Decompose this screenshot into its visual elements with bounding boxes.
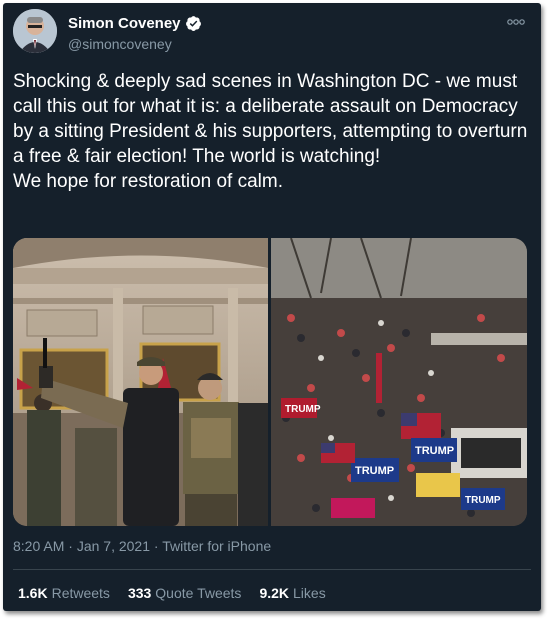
more-options-icon[interactable] xyxy=(505,15,527,29)
trump-sign-1: TRUMP xyxy=(285,404,321,415)
verified-badge-icon xyxy=(185,16,201,31)
tweet-source[interactable]: Twitter for iPhone xyxy=(162,538,271,554)
tweet-date[interactable]: Jan 7, 2021 xyxy=(77,538,150,554)
meta-separator: · xyxy=(153,538,159,554)
tweet-header: Simon Coveney @simoncoveney xyxy=(13,9,531,57)
trump-sign-3: TRUMP xyxy=(355,465,394,477)
retweets-label: Retweets xyxy=(51,585,110,601)
tweet-time[interactable]: 8:20 AM xyxy=(13,538,64,554)
tweet-media[interactable]: TRUMP TRUMP TRUMP TRUMP xyxy=(13,238,527,526)
trump-sign-2: TRUMP xyxy=(415,445,454,457)
likes-count: 9.2K xyxy=(259,585,290,601)
quote-tweets-label: Quote Tweets xyxy=(155,585,242,601)
quote-tweets-stat[interactable]: 333 Quote Tweets xyxy=(128,585,242,601)
quote-tweets-count: 333 xyxy=(127,585,152,601)
tweet-stats: 1.6K Retweets 333 Quote Tweets 9.2K Like… xyxy=(18,585,326,601)
retweets-stat[interactable]: 1.6K Retweets xyxy=(18,585,110,601)
stats-divider xyxy=(13,569,531,570)
capitol-rotunda-photo[interactable] xyxy=(13,238,268,526)
likes-label: Likes xyxy=(293,585,326,601)
likes-stat[interactable]: 9.2K Likes xyxy=(259,585,325,601)
meta-separator: · xyxy=(68,538,73,554)
author-handle[interactable]: @simoncoveney xyxy=(68,36,172,52)
tweet-meta: 8:20 AM · Jan 7, 2021 · Twitter for iPho… xyxy=(13,538,271,554)
capitol-crowd-photo[interactable]: TRUMP TRUMP TRUMP TRUMP xyxy=(271,238,527,526)
retweets-count: 1.6K xyxy=(18,585,48,601)
author-avatar[interactable] xyxy=(13,9,57,53)
tweet-card: Simon Coveney @simoncoveney Shocking & d… xyxy=(3,3,541,611)
trump-sign-4: TRUMP xyxy=(465,495,501,506)
author-name[interactable]: Simon Coveney xyxy=(68,15,181,32)
tweet-text: Shocking & deeply sad scenes in Washingt… xyxy=(13,71,528,192)
author-name-row: Simon Coveney xyxy=(68,15,202,32)
